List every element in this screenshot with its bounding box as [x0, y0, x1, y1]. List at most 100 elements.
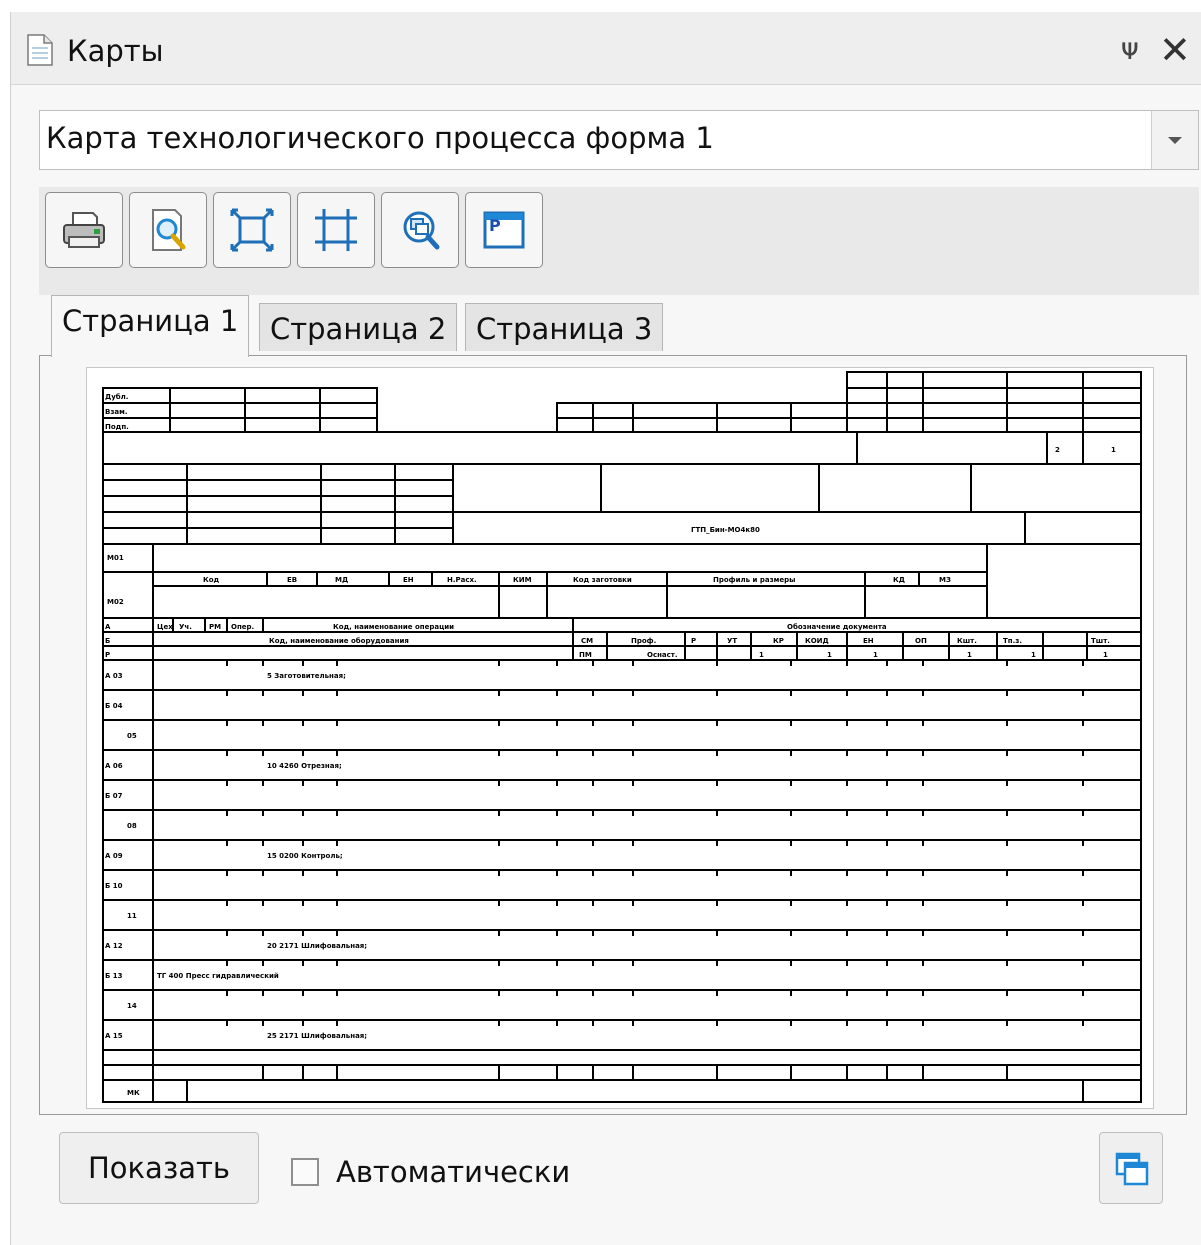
- print-button[interactable]: [45, 192, 123, 268]
- op-row-number: А 15: [105, 1032, 123, 1040]
- op-value-1d: 1: [967, 651, 972, 659]
- mat-header-mz: МЗ: [939, 576, 951, 584]
- preview-toolbar: P: [39, 187, 1199, 295]
- op-header-en: ЕН: [863, 637, 874, 645]
- op-row-b: Б: [105, 637, 110, 645]
- header-label-vzam: Взам.: [105, 408, 128, 416]
- op-row-text: 15 0200 Контроль;: [267, 852, 343, 860]
- show-button[interactable]: Показать: [59, 1132, 259, 1204]
- mat-header-nrash: Н.Расх.: [447, 576, 477, 584]
- fit-width-button[interactable]: [297, 192, 375, 268]
- op-header-ksht: Кшт.: [957, 637, 977, 645]
- row-label-m02: М02: [107, 598, 124, 606]
- fit-page-icon: [230, 208, 274, 252]
- op-header-oper: Опер.: [231, 623, 254, 631]
- row-label-m01: М01: [107, 554, 124, 562]
- op-value-osnast: Оснаст.: [647, 651, 678, 659]
- panel-titlebar: Карты ᴪ ✕: [11, 12, 1201, 85]
- op-header-uch: Уч.: [179, 623, 192, 631]
- page-number: 2: [1055, 446, 1060, 454]
- close-icon[interactable]: ✕: [1159, 28, 1191, 72]
- op-header-oboznach: Обозначение документа: [787, 623, 887, 631]
- page-total: 1: [1111, 446, 1116, 454]
- document-page: Дубл. Взам. Подп. 2 1 ГТП_Бин-МО4к80 М01…: [86, 367, 1154, 1109]
- fit-page-button[interactable]: [213, 192, 291, 268]
- op-row-text: 25 2171 Шлифовальная;: [267, 1032, 367, 1040]
- tab-page-2[interactable]: Страница 2: [259, 303, 458, 351]
- op-header-ceh: Цех: [157, 623, 173, 631]
- op-header-op: ОП: [915, 637, 927, 645]
- op-value-1f: 1: [1103, 651, 1108, 659]
- map-type-selected: Карта технологического процесса форма 1: [46, 121, 714, 155]
- properties-button[interactable]: P: [465, 192, 543, 268]
- op-header-oborud: Код, наименование оборудования: [269, 637, 409, 645]
- op-header-ut: УТ: [727, 637, 737, 645]
- op-row-number: А 12: [105, 942, 123, 950]
- page-preview-area[interactable]: Дубл. Взам. Подп. 2 1 ГТП_Бин-МО4к80 М01…: [39, 355, 1187, 1115]
- pin-icon[interactable]: ᴪ: [1121, 32, 1139, 67]
- header-label-podp: Подп.: [105, 423, 129, 431]
- op-row-number: 05: [127, 732, 137, 740]
- op-row-number: 11: [127, 912, 137, 920]
- preview-zoom-button[interactable]: [129, 192, 207, 268]
- mat-header-kim: КИМ: [513, 576, 532, 584]
- op-header-koid: КОИД: [805, 637, 829, 645]
- mat-header-kod: Код: [203, 576, 220, 584]
- op-row-text: 20 2171 Шлифовальная;: [267, 942, 367, 950]
- mat-header-kod-zag: Код заготовки: [573, 576, 632, 584]
- zoom-window-icon: [403, 211, 440, 250]
- maps-panel: Карты ᴪ ✕ Карта технологического процесс…: [10, 12, 1201, 1245]
- op-row-number: Б 10: [105, 882, 123, 890]
- op-row-text: ТГ 400 Пресс гидравлический: [157, 972, 279, 980]
- op-row-number: А 03: [105, 672, 123, 680]
- page-tabs: Страница 1 Страница 2 Страница 3: [39, 295, 1199, 357]
- op-header-sm: СМ: [581, 637, 593, 645]
- op-value-pm: ПМ: [579, 651, 592, 659]
- windows-icon: [1115, 1152, 1149, 1186]
- op-header-kod-naim: Код, наименование операции: [333, 623, 454, 631]
- op-row-number: А 06: [105, 762, 123, 770]
- tab-page-3[interactable]: Страница 3: [465, 303, 664, 351]
- op-row-number: 08: [127, 822, 137, 830]
- op-header-prof: Проф.: [631, 637, 656, 645]
- op-value-1c: 1: [873, 651, 878, 659]
- zoom-window-button[interactable]: [381, 192, 459, 268]
- op-header-tsht: Тшт.: [1091, 637, 1110, 645]
- op-header-rm: РМ: [209, 623, 221, 631]
- op-row-text: 5 Заготовительная;: [267, 672, 346, 680]
- svg-text:P: P: [489, 216, 501, 235]
- op-value-1b: 1: [827, 651, 832, 659]
- mat-header-md: МД: [335, 576, 348, 584]
- auto-checkbox[interactable]: [291, 1158, 319, 1186]
- op-row-number: 14: [127, 1002, 137, 1010]
- op-row-r: Р: [105, 651, 110, 659]
- print-icon: [63, 212, 105, 248]
- auto-checkbox-label: Автоматически: [336, 1155, 571, 1189]
- document-code: ГТП_Бин-МО4к80: [691, 526, 760, 534]
- mat-header-kd: КД: [893, 576, 905, 584]
- op-header-kr: КР: [773, 637, 784, 645]
- document-icon: [27, 34, 53, 66]
- fit-width-icon: [315, 209, 357, 251]
- op-value-1e: 1: [1031, 651, 1036, 659]
- header-label-dubl: Дубл.: [105, 393, 128, 401]
- op-row-a: А: [105, 623, 111, 631]
- preview-zoom-icon: [152, 209, 186, 251]
- panel-title: Карты: [67, 34, 164, 68]
- op-header-r: Р: [691, 637, 696, 645]
- op-header-tpz: Тп.з.: [1003, 637, 1022, 645]
- chevron-down-icon[interactable]: [1151, 111, 1198, 169]
- windows-button[interactable]: [1099, 1132, 1163, 1204]
- op-row-number: А 09: [105, 852, 123, 860]
- tab-page-1[interactable]: Страница 1: [51, 295, 250, 357]
- mat-header-en: ЕН: [403, 576, 414, 584]
- op-row-number: Б 07: [105, 792, 123, 800]
- op-value-1a: 1: [759, 651, 764, 659]
- map-type-dropdown[interactable]: Карта технологического процесса форма 1: [39, 110, 1199, 170]
- properties-icon: P: [483, 211, 525, 249]
- mat-header-profil: Профиль и размеры: [713, 576, 795, 584]
- op-row-number: Б 13: [105, 972, 123, 980]
- op-row-number: Б 04: [105, 702, 123, 710]
- mat-header-ev: ЕВ: [287, 576, 297, 584]
- process-card-form: Дубл. Взам. Подп. 2 1 ГТП_Бин-МО4к80 М01…: [102, 371, 1142, 1103]
